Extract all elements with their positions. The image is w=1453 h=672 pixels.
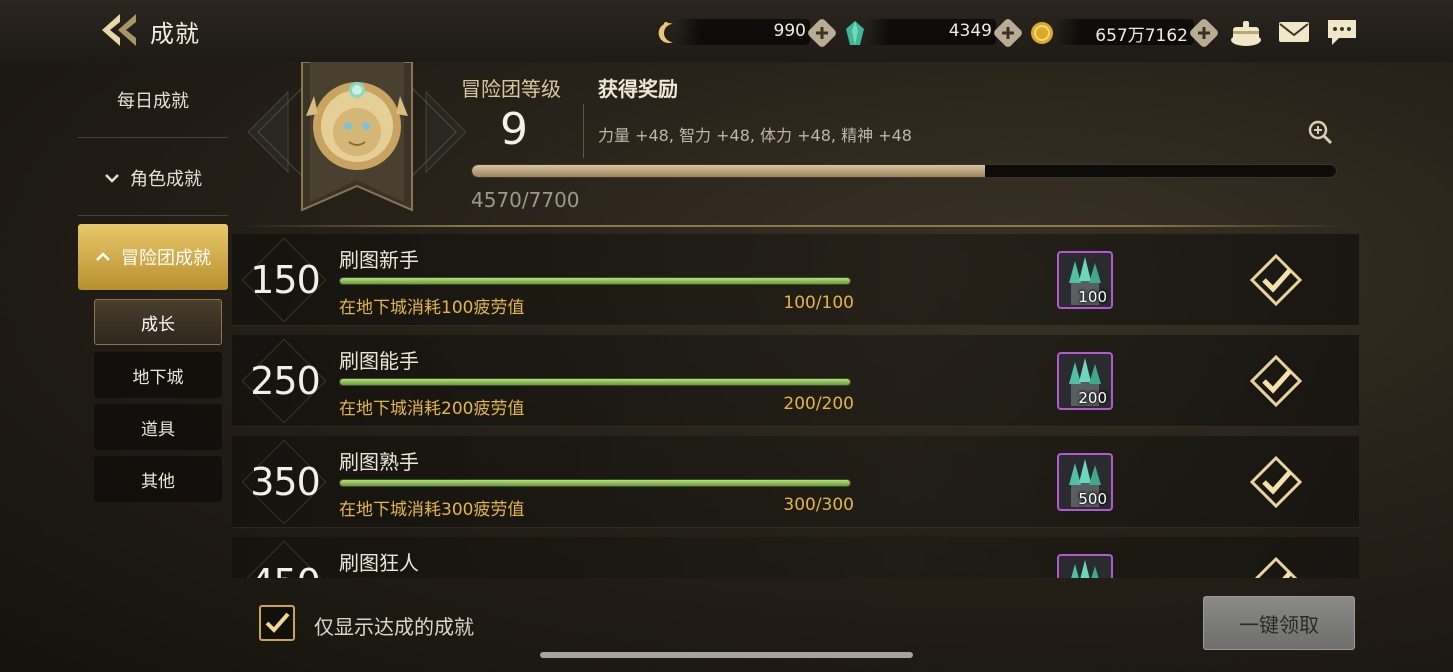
points-value: 150 xyxy=(250,258,321,302)
reward-crystal-item[interactable]: 200 xyxy=(1057,352,1113,410)
level-exp-text: 4570/7700 xyxy=(471,188,580,212)
top-bar: 成就 990 4349 657万7162 xyxy=(0,0,1453,62)
achievement-progress-text: 300/300 xyxy=(783,495,854,515)
section-divider xyxy=(240,225,1352,227)
achievement-row: 450 刷图狂人 xyxy=(232,537,1359,578)
back-button[interactable] xyxy=(98,10,140,50)
achievement-name: 刷图熟手 xyxy=(339,450,419,474)
subtab-label: 其他 xyxy=(141,471,175,492)
claim-check-button[interactable] xyxy=(1248,454,1304,510)
reward-quantity: 500 xyxy=(1078,490,1107,508)
show-completed-label: 仅显示达成的成就 xyxy=(314,615,474,639)
lion-emblem-icon xyxy=(247,61,467,222)
chevron-up-icon xyxy=(95,248,111,267)
treasure-chest-icon[interactable] xyxy=(1229,16,1263,48)
currency-value: 657万7162 xyxy=(1095,26,1188,46)
achievement-progress-fill xyxy=(340,278,850,284)
green-crystal-icon xyxy=(846,21,864,45)
achievement-points: 150 xyxy=(232,234,338,326)
achievement-desc: 在地下城消耗200疲劳值 xyxy=(339,399,525,419)
achievement-progress-fill xyxy=(340,480,850,486)
claim-all-label: 一键领取 xyxy=(1239,612,1319,637)
claim-all-button[interactable]: 一键领取 xyxy=(1203,596,1355,650)
achievement-progress-text: 100/100 xyxy=(783,293,854,313)
reward-quantity: 100 xyxy=(1078,288,1107,306)
subtab-label: 道具 xyxy=(141,419,175,440)
achievement-name: 刷图新手 xyxy=(339,248,419,272)
points-value: 350 xyxy=(250,460,321,504)
achievement-progress-bar xyxy=(339,378,851,386)
achievement-progress-bar xyxy=(339,277,851,285)
adventure-level-label: 冒险团等级 xyxy=(461,77,561,101)
sidebar-item-label: 每日成就 xyxy=(117,91,189,112)
achievement-desc: 在地下城消耗100疲劳值 xyxy=(339,298,525,318)
check-diamond-icon xyxy=(1249,455,1303,509)
subtab-growth[interactable]: 成长 xyxy=(94,299,222,345)
points-value: 250 xyxy=(250,359,321,403)
check-diamond-icon xyxy=(1254,556,1298,578)
home-indicator xyxy=(540,652,913,658)
reward-quantity: 200 xyxy=(1078,389,1107,407)
back-arrow-icon xyxy=(102,14,136,46)
subtab-label: 地下城 xyxy=(132,367,184,388)
achievement-progress-bar xyxy=(339,479,851,487)
reward-title: 获得奖励 xyxy=(598,77,678,101)
achievement-desc: 在地下城消耗300疲劳值 xyxy=(339,500,525,520)
chevron-down-icon xyxy=(104,169,120,188)
header-divider xyxy=(583,104,584,158)
check-diamond-icon xyxy=(1249,354,1303,408)
add-crystal-button[interactable] xyxy=(992,17,1024,49)
show-completed-checkbox[interactable] xyxy=(259,605,295,641)
achievement-row: 350 刷图熟手 在地下城消耗300疲劳值 300/300 500 xyxy=(232,436,1359,528)
achievement-row: 250 刷图能手 在地下城消耗200疲劳值 200/200 200 xyxy=(232,335,1359,427)
currency-value: 990 xyxy=(773,21,806,41)
reward-crystal-item[interactable] xyxy=(1057,554,1113,578)
claim-check-button[interactable] xyxy=(1248,353,1304,409)
check-diamond-icon xyxy=(1249,253,1303,307)
mail-icon[interactable] xyxy=(1277,16,1311,48)
subtab-items[interactable]: 道具 xyxy=(94,404,222,450)
zoom-in-icon[interactable] xyxy=(1306,118,1334,146)
achievement-list[interactable]: 150 刷图新手 在地下城消耗100疲劳值 100/100 100 250 刷图… xyxy=(232,234,1359,578)
claim-check-button[interactable] xyxy=(1248,252,1304,308)
sidebar-item-character[interactable]: 角色成就 xyxy=(78,140,228,216)
chat-icon[interactable] xyxy=(1325,16,1359,48)
subtab-label: 成长 xyxy=(141,314,175,335)
achievement-points: 450 xyxy=(232,537,338,578)
level-exp-bar xyxy=(471,164,1337,178)
sidebar-item-label: 角色成就 xyxy=(130,169,202,190)
page-title: 成就 xyxy=(150,20,200,48)
achievement-points: 350 xyxy=(232,436,338,528)
sidebar-item-label: 冒险团成就 xyxy=(121,248,211,269)
achievement-row: 150 刷图新手 在地下城消耗100疲劳值 100/100 100 xyxy=(232,234,1359,326)
adventure-level-value: 9 xyxy=(500,104,528,155)
sidebar-divider xyxy=(78,215,228,216)
checkmark-icon xyxy=(265,612,290,633)
points-value: 450 xyxy=(232,561,338,578)
level-exp-fill xyxy=(472,165,985,177)
gold-coin-icon xyxy=(1031,22,1053,44)
achievement-progress-text: 200/200 xyxy=(783,394,854,414)
achievement-name: 刷图能手 xyxy=(339,349,419,373)
sidebar-item-daily[interactable]: 每日成就 xyxy=(78,62,228,138)
achievement-points: 250 xyxy=(232,335,338,427)
claim-check-button[interactable] xyxy=(1248,555,1304,578)
subtab-dungeon[interactable]: 地下城 xyxy=(94,352,222,398)
subtab-other[interactable]: 其他 xyxy=(94,456,222,502)
reward-crystal-item[interactable]: 100 xyxy=(1057,251,1113,309)
reward-crystal-item[interactable]: 500 xyxy=(1057,453,1113,511)
reward-stats: 力量 +48, 智力 +48, 体力 +48, 精神 +48 xyxy=(598,126,912,145)
add-crescent-button[interactable] xyxy=(806,17,838,49)
currency-value: 4349 xyxy=(948,21,992,41)
crystal-bundle-icon xyxy=(1071,560,1099,578)
sidebar-divider xyxy=(78,137,228,138)
achievement-name: 刷图狂人 xyxy=(339,551,419,575)
achievement-progress-fill xyxy=(340,379,850,385)
sidebar-item-adventure-team[interactable]: 冒险团成就 xyxy=(78,224,228,290)
